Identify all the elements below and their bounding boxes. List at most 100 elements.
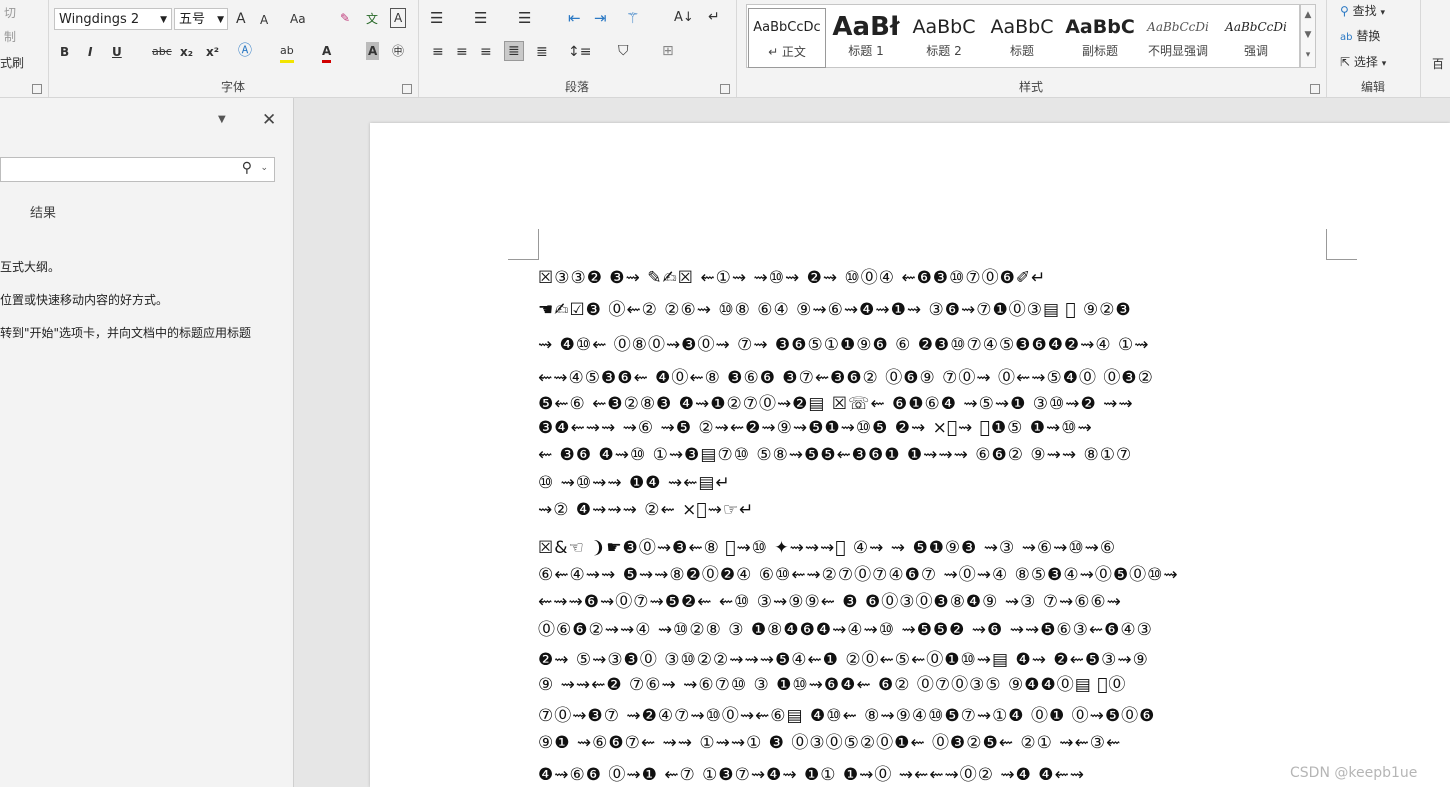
styles-scroll[interactable]: ▲ ▼ ▾ [1300,4,1316,68]
document-line: ❷⇝ ⑤⇝③❸⓪ ③⑩②②⇝⇝⇝❺④⇜❶ ②⓪⇜⑤⇜⓪❶⑩⇝▤ ❹⇝ ❷⇜❺③⇝… [538,650,1149,670]
align-right-icon[interactable]: ≡ [480,43,492,61]
subscript-button[interactable]: x₂ [180,43,193,61]
editing-group-label: 编辑 [1360,80,1385,94]
align-left-icon[interactable]: ≡ [432,43,444,61]
enclose-char-button[interactable]: ㊥ [392,42,404,60]
clipboard-group: 切 制 式刷 [0,0,49,97]
document-line: ⇜ ❸❻ ❹⇝⑩ ①⇝❸▤⑦⑩ ⑤⑧⇝❺❺⇜❸❻❶ ❶⇝⇝⇝ ⑥❻② ⑨⇝⇝ ⑧… [538,445,1133,465]
document-line: ❺⇜⑥ ⇜❸②⑧❸ ❹⇝❶②⑦⓪⇝❷▤ ☒☏⇜ ❻❶⑥❹ ⇝⑤⇝❶ ③⑩⇝❷ ⇝… [538,394,1134,414]
search-icon: ⚲ [1340,4,1349,18]
justify-icon[interactable]: ≣ [504,41,524,61]
sort-icon[interactable]: A↓ [674,9,694,27]
search-icon[interactable]: ⚲ [242,160,252,176]
style-subtitle[interactable]: AaBbC 副标题 [1062,8,1138,66]
paragraph-group-label: 段落 [564,80,589,94]
style-title[interactable]: AaBbC 标题 [984,8,1060,66]
document-line: ⇜⇝④⑤❸❻⇜ ❹⓪⇜⑧ ❸⑥❻ ❸⑦⇜❸❻② ⓪❻⑨ ⑦⓪⇝ ⓪⇜⇝⑤❹⓪ ⓪… [538,368,1154,388]
partial-ribbon-button[interactable]: 百 [1432,55,1444,73]
font-color-button[interactable]: A [322,42,332,63]
styles-launcher-icon[interactable] [1310,84,1320,94]
document-line: ⓪⑥❻②⇝⇝④ ⇝⑩②⑧ ③ ❶⑧❹❻❹⇝④⇝⑩ ⇝❺❺❷ ⇝❻ ⇝⇝❺⑥③⇜❻… [538,620,1153,640]
font-name-value: Wingdings 2 [59,12,140,27]
tab-results[interactable]: 结果 [30,202,56,221]
document-line: ⑨ ⇝⇝⇜❷ ⑦⑥⇝ ⇝⑥⑦⑩ ③ ❶⑩⇝❻❹⇜ ❻② ⓪⑦⓪③⑤ ⑨❹❹⓪▤ … [538,675,1127,695]
crop-mark-left [508,229,539,260]
distribute-icon[interactable]: ≣ [536,43,548,61]
document-line: ⑦⓪⇝❸⑦ ⇝❷④⑦⇝⑩⓪⇝⇜⑥▤ ❹⑩⇜ ⑧⇝⑨④⑩❺⑦⇝①❹ ⓪❶ ⓪⇝❺⓪… [538,706,1156,726]
style-emphasis[interactable]: AaBbCcDi 强调 [1218,8,1294,66]
bold-button[interactable]: B [60,43,69,61]
font-name-combo[interactable]: Wingdings 2 ▼ [54,8,172,30]
align-center-icon[interactable]: ≡ [456,43,468,61]
underline-button[interactable]: U [112,43,122,61]
document-line: ❹⇝⑥❻ ⓪⇝❶ ⇜⑦ ①❸⑦⇝❹⇝ ❶① ❶⇝⓪ ⇝⇜⇜⇝⓪② ⇝❹ ❹⇜⇝ [538,765,1086,785]
font-launcher-icon[interactable] [402,84,412,94]
navigation-pane: ▼ ✕ ⚲ ⌄ 结果 互式大纲。 位置或快速移动内容的好方式。 转到"开始"选项… [0,98,294,787]
shrink-font-button[interactable]: A [260,11,268,29]
pane-options-icon[interactable]: ▼ [218,114,226,125]
line-spacing-icon[interactable]: ↕≡ [568,43,591,61]
chevron-down-icon: ▼ [160,15,167,25]
document-line: ⑩ ⇝⑩⇝⇝ ❶❹ ⇝⇜▤↵ [538,473,731,493]
clipboard-launcher-icon[interactable] [32,84,42,94]
editing-group: ⚲ 查找 ▾ ab 替换 ⇱ 选择 ▾ 编辑 [1326,0,1421,97]
copy-button[interactable]: 制 [4,28,16,46]
ribbon: 切 制 式刷 Wingdings 2 ▼ 五号 ▼ A A Aa ✎ 文 A B… [0,0,1450,98]
paragraph-group: ☰ ☰ ☰ ⇤ ⇥ ⚚ A↓ ↵ ≡ ≡ ≡ ≣ ≣ ↕≡ ⛉ ⊞ 段落 [418,0,737,97]
document-line: ⇜⇝⇝❻⇝⓪⑦⇝❺❷⇜ ⇜⑩ ③⇝⑨⑨⇜ ❸ ❻⓪③⓪❸⑧❹⑨ ⇝③ ⑦⇝⑥⑥⇝ [538,592,1122,612]
clear-formatting-icon[interactable]: ✎ [340,9,350,27]
document-line: ⑨❶ ⇝⑥❻⑦⇜ ⇝⇝ ①⇝⇝① ❸ ⓪③⓪⑤②⓪❶⇜ ⓪❸②❺⇜ ②① ⇝⇜③… [538,733,1122,753]
find-button[interactable]: ⚲ 查找 ▾ [1340,2,1385,22]
select-button[interactable]: ⇱ 选择 ▾ [1340,53,1386,73]
highlight-button[interactable]: ab [280,42,294,63]
grow-font-button[interactable]: A [236,10,246,28]
italic-button[interactable]: I [88,43,92,61]
style-subtle-emphasis[interactable]: AaBbCcDi 不明显强调 [1140,8,1216,66]
strikethrough-button[interactable]: abc [152,43,172,61]
style-normal[interactable]: AaBbCcDc ↵ 正文 [748,8,826,68]
document-line: ⇝ ❹⑩⇜ ⓪⑧⓪⇝❸⓪⇝ ⑦⇝ ❸❻⑤①❶⑨❻ ⑥ ❷❸⑩⑦④⑤❸❻❹❷⇝④ … [538,335,1150,355]
chevron-down-icon[interactable]: ⌄ [260,163,268,173]
show-marks-icon[interactable]: ↵ [708,8,720,26]
text-effects-icon[interactable]: Ⓐ [238,42,252,60]
char-border-button[interactable]: A [390,8,407,28]
borders-icon[interactable]: ⊞ [662,42,674,60]
format-painter-button[interactable]: 式刷 [0,54,24,72]
styles-group-label: 样式 [1018,80,1043,94]
document-line: ☒&☜ ❩☛❸⓪⇝❸⇜⑧ ⃠⇝⑩ ✦⇝⇝⇝⎘ ④⇝ ⇝ ❺❶⑨❸ ⇝③ ⇝⑥⇝⑩… [538,538,1117,558]
paragraph-launcher-icon[interactable] [720,84,730,94]
increase-indent-icon[interactable]: ⇥ [594,9,607,27]
bullets-icon[interactable]: ☰ [430,9,443,27]
chevron-down-icon: ▼ [217,15,224,25]
replace-button[interactable]: ab 替换 [1340,27,1380,47]
hint-line: 互式大纲。 [0,260,61,274]
document-page[interactable]: ☒③③❷ ❸⇝ ✎✍☒ ⇜①⇝ ⇝⑩⇝ ❷⇝ ⑩⓪④ ⇜❻❸⑩⑦⓪❻✐↵ ☚✍☑❸… [370,123,1450,787]
shading-icon[interactable]: ⛉ [618,42,629,60]
watermark: CSDN @keepb1ue [1290,765,1418,781]
phonetic-guide-button[interactable]: 文 [366,10,378,28]
document-line: ⇝② ❹⇝⇝⇝ ②⇜ ×⃠⇝☞↵ [538,500,755,520]
chinese-layout-icon[interactable]: ⚚ [626,9,639,27]
font-group-label: 字体 [220,80,245,94]
hint-line: 位置或快速移动内容的好方式。 [0,293,169,307]
document-line: ⑥⇜④⇝⇝ ❺⇝⇝⑧❷⓪❷④ ⑥⑩⇜⇝②⑦⓪⑦④❻⑦ ⇝⓪⇝④ ⑧⑤❸④⇝⓪❺⓪… [538,565,1179,585]
decrease-indent-icon[interactable]: ⇤ [568,9,581,27]
char-shading-button[interactable]: A [366,42,380,60]
cursor-icon: ⇱ [1340,55,1351,69]
numbering-icon[interactable]: ☰ [474,9,487,27]
crop-mark-right [1326,229,1357,260]
font-group: Wingdings 2 ▼ 五号 ▼ A A Aa ✎ 文 A B I U ab… [48,0,419,97]
multilevel-list-icon[interactable]: ☰ [518,9,531,27]
close-icon[interactable]: ✕ [262,110,276,130]
superscript-button[interactable]: x² [206,43,219,61]
font-size-combo[interactable]: 五号 ▼ [174,8,228,30]
change-case-button[interactable]: Aa [290,10,306,28]
style-heading2[interactable]: AaBbC 标题 2 [906,8,982,66]
document-line: ☚✍☑❸ ⓪⇜② ②⑥⇝ ⑩⑧ ⑥④ ⑨⇝⑥⇝❹⇝❶⇝ ③❻⇝⑦❶⓪③▤ ⃠ ⑨… [538,300,1132,320]
style-heading1[interactable]: AaBł 标题 1 [828,8,904,66]
search-input[interactable]: ⚲ ⌄ [0,157,275,182]
replace-icon: ab [1340,32,1353,43]
document-line: ❸❹⇜⇝⇝ ⇝⑥ ⇝❺ ②⇝⇜❷⇝⑨⇝❺❶⇝⑩❺ ❷⇝ ×⃠⇝ ⓪❶⑤ ❶⇝⑩⇝ [538,418,1093,438]
hint-line: 转到"开始"选项卡，并向文档中的标题应用标题 [0,326,252,340]
cut-button[interactable]: 切 [4,4,16,22]
